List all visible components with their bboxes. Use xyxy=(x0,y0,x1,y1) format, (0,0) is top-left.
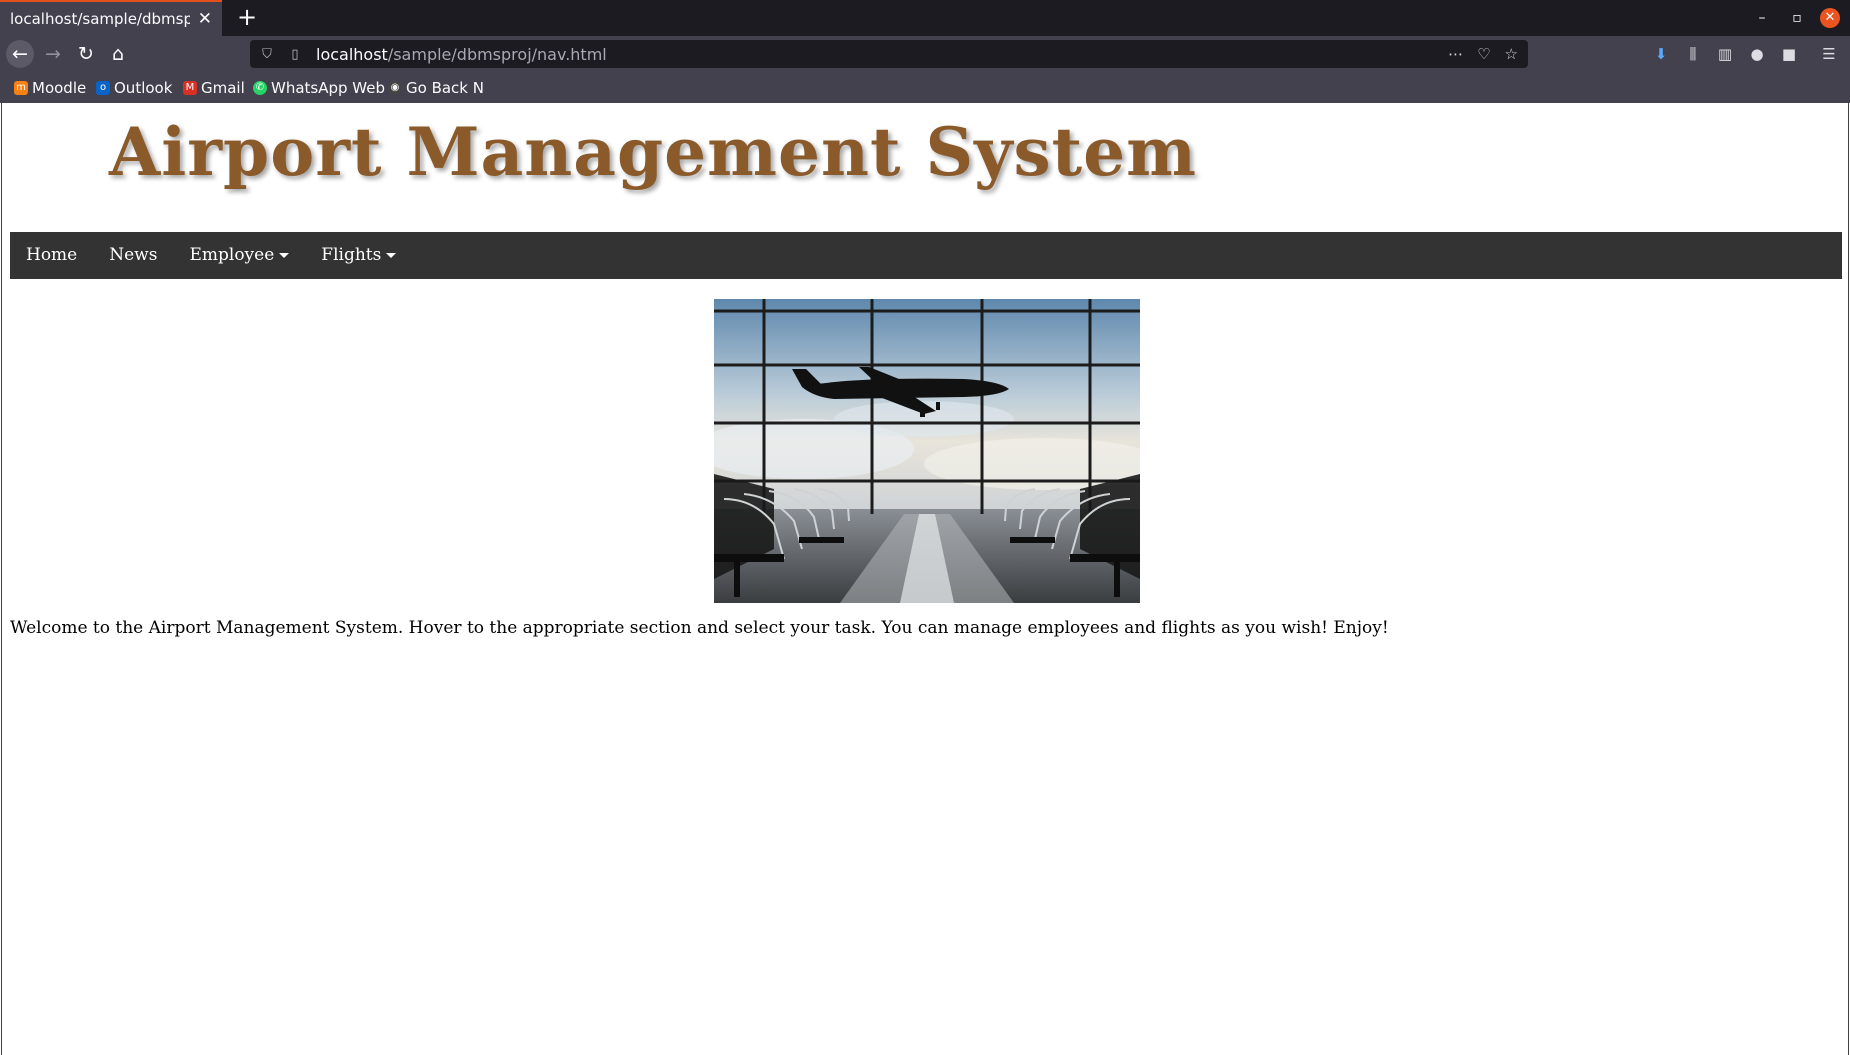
github-icon: ◉ xyxy=(388,81,402,95)
reload-icon[interactable]: ↻ xyxy=(72,40,100,68)
bookmark-label: WhatsApp Web xyxy=(271,79,386,97)
tab-title: localhost/sample/dbmsproj/nav.html xyxy=(10,10,190,28)
sidebar-icon[interactable]: ▥ xyxy=(1712,40,1738,68)
page-title: Airport Management System xyxy=(109,113,1197,191)
bookmark-star-icon[interactable]: ☆ xyxy=(1505,45,1518,63)
new-tab-icon[interactable]: + xyxy=(232,2,262,32)
bookmarks-bar: m Moodle o Outlook M Gmail ✆ WhatsApp We… xyxy=(0,72,1850,103)
url-host: localhost xyxy=(316,44,388,64)
bookmark-label: Go Back N xyxy=(406,79,484,97)
window-close-icon[interactable]: ✕ xyxy=(1820,8,1840,28)
nav-employee-label: Employee xyxy=(189,245,275,265)
welcome-text: Welcome to the Airport Management System… xyxy=(10,618,1389,638)
caret-down-icon xyxy=(279,253,290,258)
pocket-icon[interactable]: ♡ xyxy=(1477,45,1490,63)
downloads-icon[interactable]: ⬇ xyxy=(1648,40,1674,68)
extension-icon[interactable]: ■ xyxy=(1776,40,1802,68)
nav-employee-dropdown[interactable]: Employee xyxy=(173,232,305,279)
bookmark-outlook[interactable]: o Outlook xyxy=(96,79,172,97)
airport-hero-image xyxy=(714,299,1140,603)
tab-strip: localhost/sample/dbmsproj/nav.html ✕ + –… xyxy=(0,0,1850,36)
bookmark-go-back-n[interactable]: ◉ Go Back N xyxy=(388,79,484,97)
bookmark-whatsapp[interactable]: ✆ WhatsApp Web xyxy=(253,79,385,97)
shield-icon[interactable]: ⛉ xyxy=(256,47,278,62)
nav-news[interactable]: News xyxy=(93,232,173,279)
page-icon: ▯ xyxy=(291,46,299,62)
library-icon[interactable]: ⫼ xyxy=(1680,40,1706,68)
page-content: Airport Management System Home News Empl… xyxy=(1,103,1849,1055)
more-actions-icon[interactable]: ⋯ xyxy=(1448,45,1463,63)
home-icon[interactable]: ⌂ xyxy=(104,40,132,68)
site-navbar: Home News Employee Flights xyxy=(10,232,1842,279)
browser-chrome: localhost/sample/dbmsproj/nav.html ✕ + –… xyxy=(0,0,1850,103)
minimize-icon[interactable]: – xyxy=(1750,8,1774,28)
moodle-icon: m xyxy=(14,81,28,95)
bookmark-gmail[interactable]: M Gmail xyxy=(183,79,245,97)
bookmark-moodle[interactable]: m Moodle xyxy=(14,79,86,97)
back-icon[interactable]: ← xyxy=(6,40,34,68)
restore-icon[interactable]: ▫ xyxy=(1785,8,1809,28)
menu-icon[interactable]: ☰ xyxy=(1816,40,1842,68)
tab-close-icon[interactable]: ✕ xyxy=(198,9,212,29)
url-bar[interactable]: ⛉ ▯ localhost/sample/dbmsproj/nav.html ⋯… xyxy=(250,40,1528,68)
bookmark-label: Gmail xyxy=(201,79,245,97)
browser-tab[interactable]: localhost/sample/dbmsproj/nav.html ✕ xyxy=(0,0,222,36)
nav-flights-dropdown[interactable]: Flights xyxy=(305,232,412,279)
gmail-icon: M xyxy=(183,81,197,95)
account-icon[interactable]: ● xyxy=(1744,40,1770,68)
forward-icon[interactable]: → xyxy=(39,40,67,68)
outlook-icon: o xyxy=(96,81,110,95)
browser-toolbar: ← → ↻ ⌂ ⛉ ▯ localhost/sample/dbmsproj/na… xyxy=(0,36,1850,72)
caret-down-icon xyxy=(386,253,397,258)
bookmark-label: Moodle xyxy=(32,79,87,97)
whatsapp-icon: ✆ xyxy=(253,81,267,95)
bookmark-label: Outlook xyxy=(114,79,173,97)
nav-flights-label: Flights xyxy=(321,245,382,265)
url-path: /sample/dbmsproj/nav.html xyxy=(387,44,607,64)
nav-home[interactable]: Home xyxy=(10,232,93,279)
